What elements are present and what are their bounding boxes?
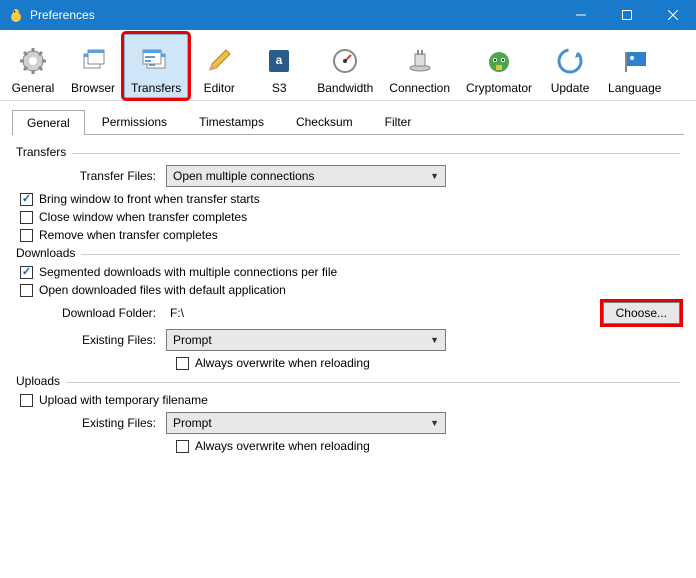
checkbox-icon [20, 193, 33, 206]
toolbar-transfers[interactable]: Transfers [124, 34, 188, 98]
tab-checksum[interactable]: Checksum [281, 109, 368, 134]
transfers-icon [140, 45, 172, 77]
transfers-legend: Transfers [16, 145, 72, 159]
chevron-down-icon: ▼ [430, 171, 439, 181]
downloads-legend: Downloads [16, 246, 81, 260]
update-icon [554, 45, 586, 77]
checkbox-icon [176, 440, 189, 453]
tab-filter[interactable]: Filter [370, 109, 427, 134]
content-pane: Transfers Transfer Files: Open multiple … [0, 135, 696, 467]
existing-files-label: Existing Files: [16, 333, 166, 347]
toolbar: General Browser Transfers Editor a S3 Ba… [0, 30, 696, 101]
always-overwrite-download-checkbox[interactable]: Always overwrite when reloading [176, 356, 680, 370]
existing-files-download-select[interactable]: Prompt ▼ [166, 329, 446, 351]
checkbox-icon [176, 357, 189, 370]
existing-files-upload-label: Existing Files: [16, 416, 166, 430]
transfer-files-label: Transfer Files: [16, 169, 166, 183]
choose-button[interactable]: Choose... [603, 302, 680, 324]
open-default-checkbox[interactable]: Open downloaded files with default appli… [20, 283, 680, 297]
toolbar-general[interactable]: General [4, 34, 62, 98]
checkbox-icon [20, 266, 33, 279]
tab-timestamps[interactable]: Timestamps [184, 109, 279, 134]
gauge-icon [329, 45, 361, 77]
tab-permissions[interactable]: Permissions [87, 109, 182, 134]
gear-icon [17, 45, 49, 77]
minimize-button[interactable] [558, 0, 604, 30]
always-overwrite-upload-checkbox[interactable]: Always overwrite when reloading [176, 439, 680, 453]
uploads-group: Uploads Upload with temporary filename E… [16, 382, 680, 453]
maximize-button[interactable] [604, 0, 650, 30]
connection-icon [404, 45, 436, 77]
checkbox-icon [20, 284, 33, 297]
toolbar-update[interactable]: Update [541, 34, 599, 98]
toolbar-connection[interactable]: Connection [382, 34, 457, 98]
downloads-group: Downloads Segmented downloads with multi… [16, 254, 680, 370]
window-title: Preferences [30, 8, 558, 22]
tabstrip: General Permissions Timestamps Checksum … [0, 101, 696, 134]
toolbar-browser[interactable]: Browser [64, 34, 122, 98]
chevron-down-icon: ▼ [430, 335, 439, 345]
pencil-icon [203, 45, 235, 77]
s3-icon: a [263, 45, 295, 77]
existing-files-upload-select[interactable]: Prompt ▼ [166, 412, 446, 434]
toolbar-s3[interactable]: a S3 [250, 34, 308, 98]
toolbar-editor[interactable]: Editor [190, 34, 248, 98]
bring-front-checkbox[interactable]: Bring window to front when transfer star… [20, 192, 680, 206]
cryptomator-icon [483, 45, 515, 77]
remove-complete-checkbox[interactable]: Remove when transfer completes [20, 228, 680, 242]
flag-icon [619, 45, 651, 77]
browser-icon [77, 45, 109, 77]
titlebar: Preferences [0, 0, 696, 30]
close-complete-checkbox[interactable]: Close window when transfer completes [20, 210, 680, 224]
tab-general[interactable]: General [12, 110, 85, 135]
checkbox-icon [20, 211, 33, 224]
app-icon [8, 7, 24, 23]
svg-text:a: a [276, 53, 283, 67]
temp-filename-checkbox[interactable]: Upload with temporary filename [20, 393, 680, 407]
uploads-legend: Uploads [16, 374, 66, 388]
toolbar-bandwidth[interactable]: Bandwidth [310, 34, 380, 98]
transfers-group: Transfers Transfer Files: Open multiple … [16, 153, 680, 242]
segmented-checkbox[interactable]: Segmented downloads with multiple connec… [20, 265, 680, 279]
transfer-files-select[interactable]: Open multiple connections ▼ [166, 165, 446, 187]
toolbar-language[interactable]: Language [601, 34, 668, 98]
checkbox-icon [20, 229, 33, 242]
download-folder-value: F:\ [166, 306, 184, 320]
checkbox-icon [20, 394, 33, 407]
close-button[interactable] [650, 0, 696, 30]
chevron-down-icon: ▼ [430, 418, 439, 428]
toolbar-cryptomator[interactable]: Cryptomator [459, 34, 539, 98]
download-folder-label: Download Folder: [16, 306, 166, 320]
